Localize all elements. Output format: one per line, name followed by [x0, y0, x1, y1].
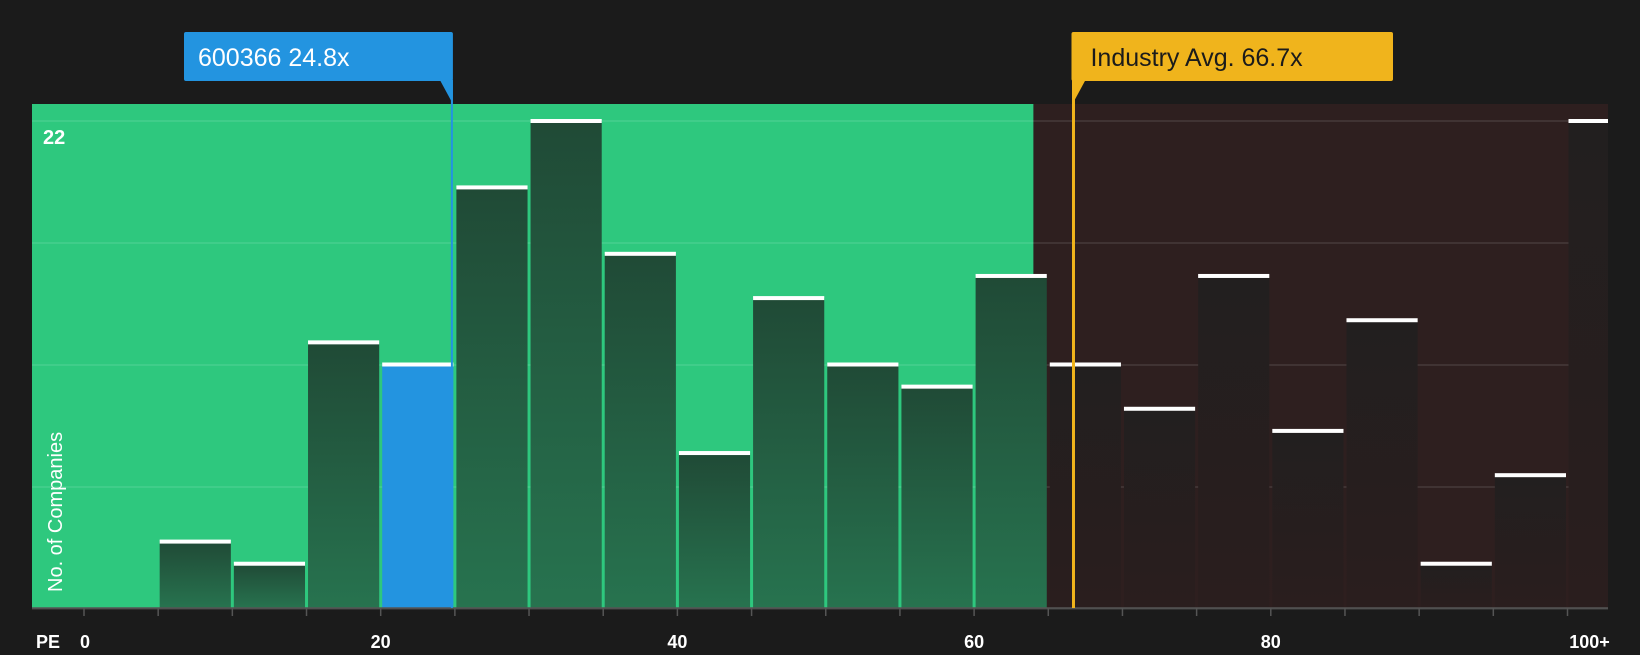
y-max-label: 22: [43, 127, 65, 149]
histogram-bar: [678, 453, 751, 608]
histogram-bar-cap: [1123, 406, 1196, 411]
histogram-bar: [975, 275, 1047, 608]
histogram-bar-cap: [1494, 473, 1566, 478]
y-axis-label: No. of Companies: [45, 432, 67, 592]
histogram-bar: [901, 386, 973, 608]
chart-svg: PE 0 20 40 60 80 100+ 22 No. of Companies 600366 …: [32, 32, 1610, 652]
histogram-bar-cap: [530, 119, 602, 123]
histogram-bar: [753, 298, 825, 608]
x-tick-label: 100+: [1569, 632, 1610, 650]
histogram-bar-cap: [1198, 273, 1270, 278]
x-tick-label: 40: [667, 632, 687, 650]
histogram-bar: [604, 253, 676, 608]
x-tick-label: 0: [80, 632, 90, 650]
histogram-bar: [456, 187, 528, 608]
industry-label-pointer: [1072, 80, 1086, 104]
histogram-bar-cap: [1049, 362, 1121, 367]
histogram-bar: [1272, 430, 1344, 608]
histogram-bar-cap: [753, 296, 825, 301]
x-tick-label: 80: [1261, 632, 1281, 650]
histogram-bar-cap: [159, 539, 231, 544]
histogram-bar-cap: [827, 362, 899, 367]
histogram-bar-cap: [975, 273, 1047, 278]
industry-label: Industry Avg. 66.7x: [1090, 44, 1303, 72]
histogram-bar: [827, 364, 899, 608]
histogram-bar-cap: [1272, 428, 1344, 433]
company-label: 600366 24.8x: [198, 44, 350, 72]
x-tick-label: 20: [371, 632, 391, 650]
histogram-bar-cap: [382, 362, 454, 367]
histogram-bar-cap: [604, 251, 676, 256]
histogram-bar: [1049, 364, 1121, 608]
histogram-bar-cap: [1346, 318, 1418, 323]
histogram-bar: [530, 121, 602, 608]
histogram-bar-cap: [901, 384, 973, 389]
histogram-bar-cap: [308, 340, 380, 345]
pe-distribution-chart: PE 0 20 40 60 80 100+ 22 No. of Companies 600366 …: [0, 0, 1640, 652]
x-tick-label: 60: [964, 632, 984, 650]
histogram-bar: [233, 563, 306, 608]
histogram-bar: [308, 342, 380, 608]
histogram-bar: [159, 541, 231, 608]
histogram-bar-cap: [233, 561, 306, 566]
histogram-bar: [1568, 121, 1608, 608]
histogram-bar: [382, 364, 454, 608]
histogram-bar: [1494, 475, 1566, 608]
histogram-bar: [1346, 320, 1418, 608]
histogram-bar: [1123, 408, 1196, 608]
histogram-bar: [1198, 275, 1270, 608]
histogram-bar: [1420, 563, 1492, 608]
histogram-bar-cap: [1420, 561, 1492, 566]
histogram-bar-cap: [1568, 119, 1608, 123]
histogram-bar-cap: [678, 451, 751, 456]
histogram-bar-cap: [456, 185, 528, 190]
x-axis-label: PE: [36, 632, 60, 650]
